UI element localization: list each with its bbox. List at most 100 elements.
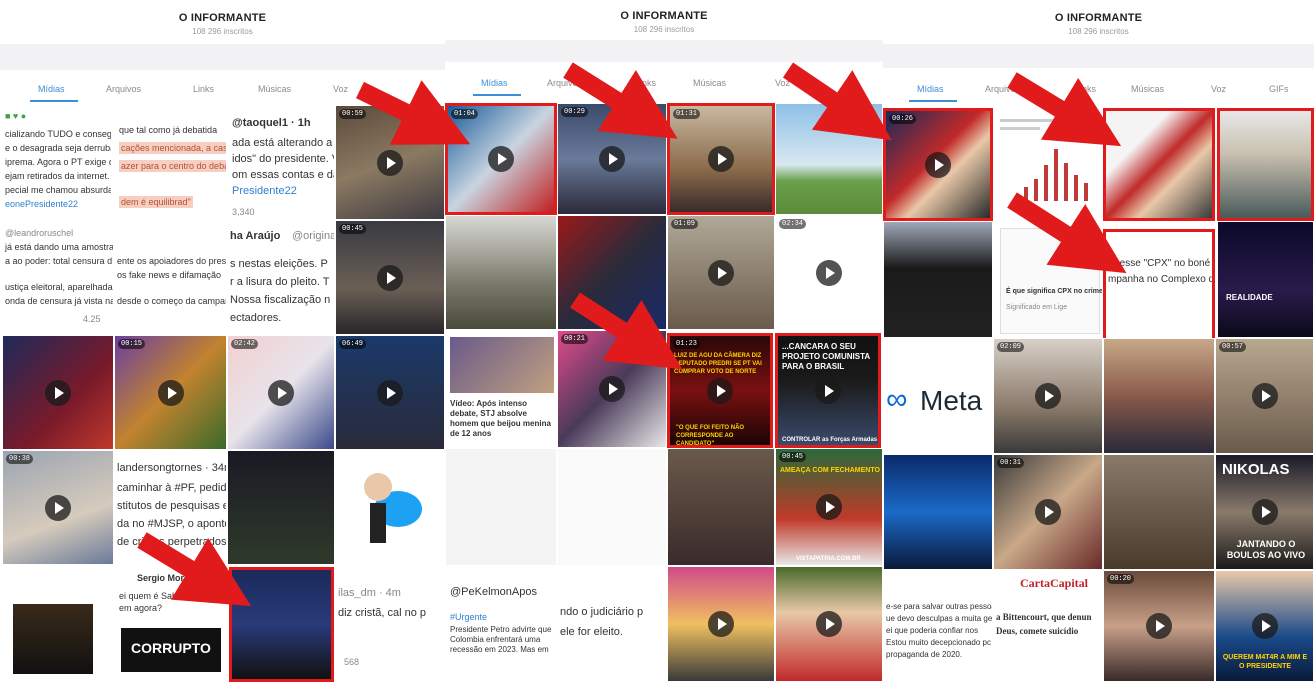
tweet-screenshot[interactable]: landersongtornes · 34m caminhar à #PF, p… xyxy=(114,450,227,565)
video-thumbnail[interactable] xyxy=(667,566,775,682)
tab-links[interactable]: Links xyxy=(193,84,214,94)
tab-voz[interactable]: Voz xyxy=(333,84,348,94)
play-icon xyxy=(1146,613,1172,639)
tab-arquivos[interactable]: Arquivos xyxy=(547,78,582,88)
tweet-screenshot[interactable]: ndo o judiciário p ele for eleito. xyxy=(557,566,667,682)
tab-midias[interactable]: Mídias xyxy=(38,84,65,94)
tweet-screenshot[interactable]: ilas_dm · 4m diz cristã, cal no p 568 xyxy=(335,565,445,682)
video-thumbnail[interactable]: 02:42 xyxy=(227,335,335,450)
play-icon xyxy=(599,146,625,172)
video-thumbnail-highlighted[interactable]: 00:26 xyxy=(883,108,993,221)
image-thumbnail[interactable] xyxy=(883,221,993,338)
video-thumbnail[interactable]: 00:45 xyxy=(335,220,445,335)
article-screenshot[interactable]: e-se para salvar outras pessoa ue devo d… xyxy=(883,570,993,682)
tweet-screenshot[interactable] xyxy=(2,565,114,682)
video-thumbnail[interactable]: 00:29 xyxy=(557,103,667,215)
tab-midias[interactable]: Mídias xyxy=(481,78,508,88)
tweet-screenshot[interactable]: @leandroruschel já está dando uma amostr… xyxy=(2,220,114,335)
image-thumbnail[interactable] xyxy=(667,448,775,566)
tab-arquivos[interactable]: Arquivos xyxy=(985,84,1020,94)
tab-midias[interactable]: Mídias xyxy=(917,84,944,94)
video-thumbnail-highlighted[interactable]: ...CANCARA O SEU PROJETO COMUNISTA PARA … xyxy=(775,333,881,448)
channel-title: O INFORMANTE xyxy=(1054,12,1143,24)
media-tabs: Mídias Arquivos Links Músicas Voz xyxy=(445,70,883,98)
image-thumbnail[interactable] xyxy=(1103,454,1215,570)
channel-title: O INFORMANTE xyxy=(178,12,267,24)
chart-thumbnail[interactable] xyxy=(993,108,1103,221)
play-icon xyxy=(1251,499,1278,525)
tab-musicas[interactable]: Músicas xyxy=(1131,84,1164,94)
video-thumbnail[interactable]: 02:34 xyxy=(775,215,883,330)
video-thumbnail[interactable]: 02:09 xyxy=(993,338,1103,454)
tweet-screenshot-highlighted[interactable]: er esse "CPX" no boné qu mpanha no Compl… xyxy=(1103,229,1215,341)
video-thumbnail[interactable] xyxy=(227,450,335,565)
video-thumbnail[interactable]: QUEREM M4T4R A MIM E O PRESIDENTE xyxy=(1215,570,1314,682)
screenshot-thumbnail[interactable]: É que significa CPX no crime? Significad… xyxy=(993,221,1103,338)
tweet-screenshot[interactable]: @taoquel1 · 1h ada está alterando a fo i… xyxy=(227,105,335,220)
video-duration: 00:59 xyxy=(339,109,367,119)
video-thumbnail[interactable] xyxy=(2,335,114,450)
telegram-panel-1: O INFORMANTE 108 296 inscritos Mídias Ar… xyxy=(0,0,445,682)
image-thumbnail-highlighted[interactable] xyxy=(1103,108,1215,221)
video-thumbnail[interactable]: 00:38 xyxy=(2,450,114,565)
video-thumbnail-highlighted[interactable]: 01:23 LUIZ DE AGU DA CÂMERA DIZ DEPUTADO… xyxy=(667,333,773,448)
tweet-screenshot[interactable]: que tal como já debatida cações menciona… xyxy=(112,105,227,220)
tweet-screenshot[interactable]: Sergio Moro ei quem é Saberia se não em … xyxy=(114,565,227,682)
play-icon xyxy=(815,377,841,404)
twitter-cartoon-thumbnail[interactable] xyxy=(335,450,445,565)
tweet-screenshot[interactable]: ente os apoiadores do presid os fake new… xyxy=(114,220,227,335)
tab-links[interactable]: Links xyxy=(1075,84,1096,94)
play-icon xyxy=(45,379,71,406)
video-thumbnail[interactable] xyxy=(775,566,883,682)
video-thumbnail-highlighted[interactable]: 01:31 xyxy=(667,103,775,215)
video-thumbnail[interactable]: 01:09 xyxy=(667,215,775,330)
play-icon xyxy=(377,379,403,406)
play-icon xyxy=(157,379,184,406)
article-screenshot[interactable]: CartaCapital a Bittencourt, que denun De… xyxy=(993,570,1103,682)
image-thumbnail[interactable] xyxy=(557,215,667,330)
tab-underline xyxy=(473,94,521,96)
tab-musicas[interactable]: Músicas xyxy=(258,84,291,94)
video-thumbnail[interactable]: 00:20 xyxy=(1103,570,1215,682)
video-thumbnail-highlighted[interactable] xyxy=(229,567,334,682)
video-thumbnail[interactable]: 00:45 AMEAÇA COM FECHAMENTO DE IGREJAS V… xyxy=(775,448,883,566)
telegram-panel-2: O INFORMANTE 108 296 inscritos Mídias Ar… xyxy=(445,0,883,682)
image-thumbnail[interactable] xyxy=(883,454,993,570)
tab-voz[interactable]: Voz xyxy=(1211,84,1226,94)
tab-voz[interactable]: Voz xyxy=(775,78,790,88)
play-icon xyxy=(816,494,842,520)
image-thumbnail[interactable] xyxy=(775,103,883,215)
video-thumbnail-highlighted[interactable]: 01:04 xyxy=(445,103,557,215)
video-thumbnail[interactable]: 00:57 xyxy=(1215,338,1314,454)
video-thumbnail[interactable]: 00:21 xyxy=(557,330,667,448)
tweet-screenshot[interactable]: ha Araújo @original s nestas eleições. P… xyxy=(227,220,335,335)
corrupto-label: CORRUPTO xyxy=(131,640,211,656)
tab-links[interactable]: Links xyxy=(635,78,656,88)
video-duration: 00:38 xyxy=(6,454,34,464)
meta-logo-thumbnail[interactable]: ∞ Meta xyxy=(883,338,993,454)
tab-arquivos[interactable]: Arquivos xyxy=(106,84,141,94)
meta-logo-icon: ∞ xyxy=(886,383,908,416)
play-icon xyxy=(377,264,403,291)
play-icon xyxy=(708,259,734,286)
video-thumbnail[interactable]: NIKOLAS JANTANDO O BOULOS AO VIVO xyxy=(1215,454,1314,570)
image-thumbnail[interactable] xyxy=(445,215,557,330)
image-thumbnail[interactable]: REALIDADE xyxy=(1217,221,1314,338)
tweet-screenshot[interactable]: ■ ♥ ● cializando TUDO e conseguir e o de… xyxy=(2,105,112,220)
image-thumbnail[interactable] xyxy=(1103,338,1215,454)
video-thumbnail[interactable]: 00:31 xyxy=(993,454,1103,570)
image-thumbnail-highlighted[interactable] xyxy=(1217,108,1314,221)
video-duration: 00:57 xyxy=(1219,342,1247,352)
news-thumbnail[interactable]: Vídeo: Após intenso debate, STJ absolve … xyxy=(445,330,557,448)
video-thumbnail[interactable]: 00:59 xyxy=(335,105,445,220)
tab-gifs[interactable]: GIFs xyxy=(1269,84,1289,94)
video-thumbnail[interactable]: 00:15 xyxy=(114,335,227,450)
tab-musicas[interactable]: Músicas xyxy=(693,78,726,88)
document-thumbnail[interactable] xyxy=(445,448,557,566)
video-duration: 00:15 xyxy=(118,339,146,349)
media-tabs: Mídias Arquivos Links Músicas Voz GIFs xyxy=(883,76,1314,104)
document-thumbnail[interactable] xyxy=(557,448,667,566)
video-thumbnail[interactable]: 06:49 xyxy=(335,335,445,450)
tweet-screenshot[interactable]: @PeKelmonApos #Urgente Presidente Petro … xyxy=(445,566,557,682)
tab-underline xyxy=(909,100,957,102)
